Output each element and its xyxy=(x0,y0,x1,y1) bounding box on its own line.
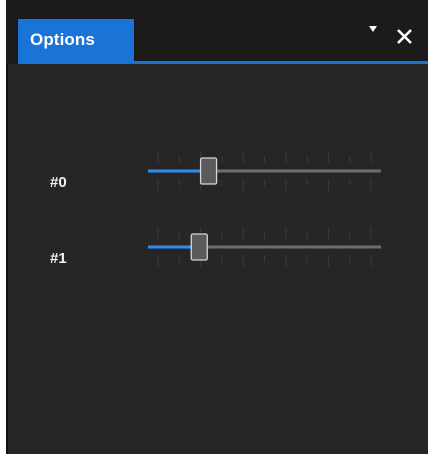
triangle-down-icon xyxy=(369,26,377,32)
tab-options-label: Options xyxy=(30,30,95,49)
slider-0[interactable] xyxy=(138,146,383,196)
title-bar: Options xyxy=(6,0,428,64)
close-icon xyxy=(397,29,412,44)
slider-label-1: #1 xyxy=(50,250,67,267)
slider-thumb[interactable] xyxy=(190,233,208,261)
slider-1[interactable] xyxy=(138,222,383,272)
tab-options[interactable]: Options xyxy=(18,19,134,61)
slider-label-0: #0 xyxy=(50,174,67,191)
window-menu-button[interactable] xyxy=(364,22,382,38)
options-window: Options #0 #1 xyxy=(6,0,428,454)
slider-thumb[interactable] xyxy=(199,157,218,185)
options-panel: #0 #1 xyxy=(6,64,428,454)
close-button[interactable] xyxy=(394,25,416,47)
